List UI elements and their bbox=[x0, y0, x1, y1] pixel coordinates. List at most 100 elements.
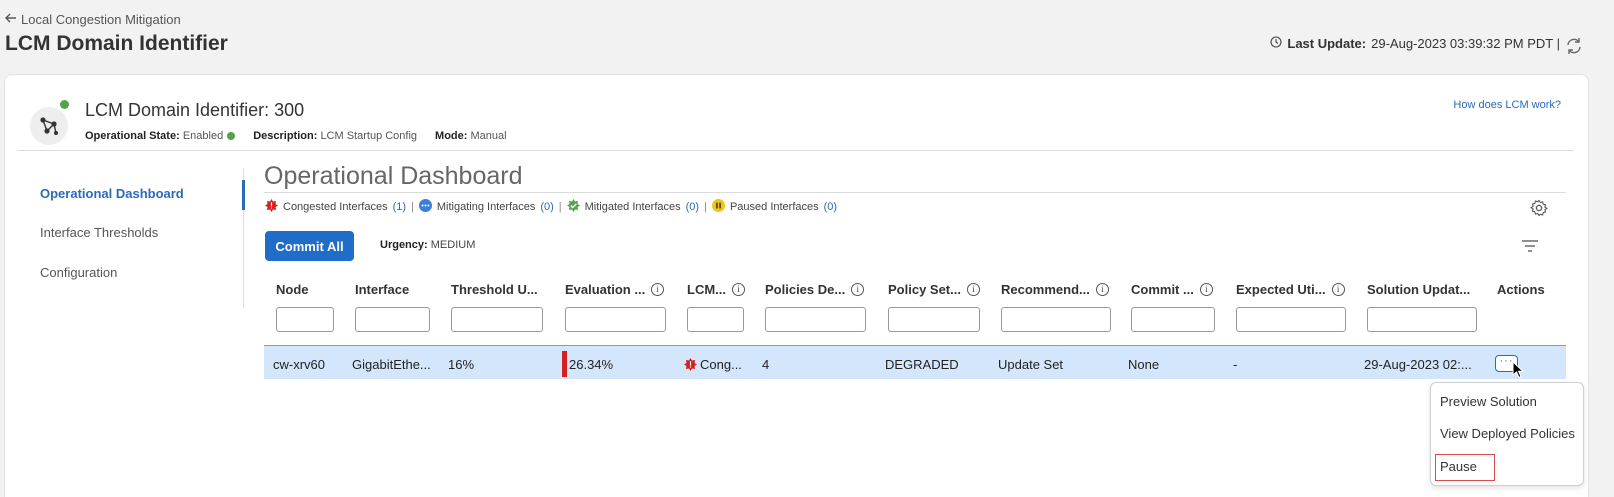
congested-icon bbox=[265, 199, 278, 215]
filter-node-input[interactable] bbox=[276, 307, 334, 332]
column-header-threshold[interactable]: Threshold U... bbox=[451, 282, 538, 297]
mitigated-count[interactable]: (0) bbox=[686, 201, 699, 213]
domain-title: LCM Domain Identifier: 300 bbox=[85, 100, 305, 120]
cell-recommendation: Update Set bbox=[998, 357, 1064, 372]
back-link[interactable]: Local Congestion Mitigation bbox=[5, 12, 181, 27]
cell-commit: None bbox=[1128, 357, 1160, 372]
congested-count[interactable]: (1) bbox=[393, 201, 406, 213]
how-lcm-works-link[interactable]: How does LCM work? bbox=[1453, 99, 1561, 111]
filter-expected-util-input[interactable] bbox=[1236, 307, 1346, 332]
column-label: Node bbox=[276, 282, 309, 297]
enabled-dot bbox=[227, 132, 236, 141]
filter-lcm-state-input[interactable] bbox=[687, 307, 744, 332]
info-icon[interactable]: i bbox=[1331, 283, 1345, 296]
description: Description: LCM Startup Config bbox=[253, 130, 417, 142]
cell-policies: 4 bbox=[762, 357, 770, 372]
status-dot bbox=[60, 100, 69, 109]
column-header-recommendation[interactable]: Recommend... i bbox=[1001, 282, 1109, 297]
last-update-label: Last Update: bbox=[1287, 36, 1367, 51]
filter-interface-input[interactable] bbox=[355, 307, 430, 332]
cell-evaluation: 26.34% bbox=[569, 357, 614, 372]
congestion-indicator-bar bbox=[562, 351, 567, 377]
mitigated-label: Mitigated Interfaces bbox=[584, 201, 681, 213]
congested-icon bbox=[684, 357, 697, 374]
last-update: Last Update: 29-Aug-2023 03:39:32 PM PDT… bbox=[1270, 36, 1560, 51]
info-icon[interactable]: i bbox=[1199, 283, 1213, 296]
filter-icon[interactable] bbox=[1521, 239, 1539, 253]
info-icon[interactable]: i bbox=[851, 283, 865, 296]
paused-count[interactable]: (0) bbox=[824, 201, 837, 213]
filter-commit-input[interactable] bbox=[1131, 307, 1215, 332]
column-header-lcm-state[interactable]: LCM... i bbox=[687, 282, 745, 297]
column-label: Solution Updat... bbox=[1367, 282, 1471, 297]
urgency-value: MEDIUM bbox=[430, 239, 476, 251]
column-header-commit[interactable]: Commit ... i bbox=[1131, 282, 1213, 297]
paused-label: Paused Interfaces bbox=[729, 201, 819, 213]
cell-threshold: 16% bbox=[448, 357, 475, 372]
column-header-node[interactable]: Node bbox=[276, 282, 309, 297]
lcm-state-label: Cong... bbox=[700, 357, 742, 372]
side-nav: Operational Dashboard Interface Threshol… bbox=[16, 168, 245, 308]
column-label: Expected Uti... bbox=[1236, 282, 1326, 297]
gear-icon[interactable] bbox=[1530, 199, 1548, 217]
legend-separator: | bbox=[558, 201, 562, 213]
cell-solution-updated: 29-Aug-2023 02:... bbox=[1364, 357, 1472, 372]
column-header-actions: Actions bbox=[1497, 282, 1545, 297]
refresh-icon[interactable] bbox=[1564, 36, 1584, 56]
sidebar-item-interface-thresholds[interactable]: Interface Thresholds bbox=[40, 225, 158, 240]
menu-item-pause[interactable]: Pause bbox=[1440, 459, 1477, 474]
cell-lcm-state: Cong... bbox=[684, 357, 742, 374]
mitigating-label: Mitigating Interfaces bbox=[436, 201, 536, 213]
sidebar-item-operational-dashboard[interactable]: Operational Dashboard bbox=[40, 186, 184, 201]
mitigating-icon bbox=[418, 199, 432, 215]
op-state-value: Enabled bbox=[182, 130, 224, 142]
filter-threshold-input[interactable] bbox=[451, 307, 543, 332]
menu-item-view-deployed-policies[interactable]: View Deployed Policies bbox=[1440, 426, 1575, 441]
column-header-interface[interactable]: Interface bbox=[355, 282, 409, 297]
clock-icon bbox=[1270, 36, 1282, 51]
column-header-solution-updated[interactable]: Solution Updat... bbox=[1367, 282, 1470, 297]
filter-evaluation-input[interactable] bbox=[565, 307, 666, 332]
filter-policy-set-input[interactable] bbox=[888, 307, 980, 332]
legend-separator: | bbox=[704, 201, 707, 213]
cell-expected-util: - bbox=[1233, 357, 1238, 372]
active-indicator bbox=[242, 180, 245, 210]
urgency-label: Urgency: bbox=[380, 239, 428, 251]
paused-icon bbox=[711, 199, 725, 215]
urgency: Urgency: MEDIUM bbox=[380, 239, 475, 251]
filter-policies-input[interactable] bbox=[765, 307, 866, 332]
column-header-expected-util[interactable]: Expected Uti... i bbox=[1236, 282, 1345, 297]
actions-menu: Preview Solution View Deployed Policies … bbox=[1430, 382, 1584, 486]
sidebar-item-configuration[interactable]: Configuration bbox=[40, 265, 117, 280]
mode: Mode: Manual bbox=[435, 130, 507, 142]
mouse-pointer-icon bbox=[1512, 360, 1526, 379]
op-state-label: Operational State: bbox=[85, 130, 180, 142]
column-header-policies[interactable]: Policies De... i bbox=[765, 282, 865, 297]
congested-label: Congested Interfaces bbox=[283, 201, 388, 213]
info-icon[interactable]: i bbox=[651, 283, 665, 296]
column-label: Commit ... bbox=[1131, 282, 1194, 297]
info-icon[interactable]: i bbox=[1095, 283, 1109, 296]
filter-recommendation-input[interactable] bbox=[1001, 307, 1111, 332]
cell-policy-set: DEGRADED bbox=[885, 357, 959, 372]
cell-node: cw-xrv60 bbox=[273, 357, 326, 372]
commit-all-button[interactable]: Commit All bbox=[265, 231, 354, 261]
menu-item-preview-solution[interactable]: Preview Solution bbox=[1440, 394, 1537, 409]
operational-state: Operational State: Enabled bbox=[85, 130, 236, 142]
mode-label: Mode: bbox=[435, 130, 468, 142]
filter-solution-updated-input[interactable] bbox=[1367, 307, 1477, 332]
legend-separator: | bbox=[411, 201, 414, 213]
column-label: Threshold U... bbox=[451, 282, 538, 297]
column-header-evaluation[interactable]: Evaluation ... i bbox=[565, 282, 665, 297]
description-value: LCM Startup Config bbox=[320, 130, 418, 142]
cell-interface: GigabitEthe... bbox=[352, 357, 431, 372]
arrow-left-icon bbox=[5, 12, 17, 27]
page-title: LCM Domain Identifier bbox=[5, 32, 228, 55]
domain-meta: Operational State: Enabled Description: … bbox=[85, 130, 507, 142]
column-label: Actions bbox=[1497, 282, 1545, 297]
mode-value: Manual bbox=[470, 130, 507, 142]
info-icon[interactable]: i bbox=[732, 283, 745, 296]
column-header-policy-set[interactable]: Policy Set... i bbox=[888, 282, 980, 297]
info-icon[interactable]: i bbox=[966, 283, 980, 296]
mitigating-count[interactable]: (0) bbox=[540, 201, 553, 213]
